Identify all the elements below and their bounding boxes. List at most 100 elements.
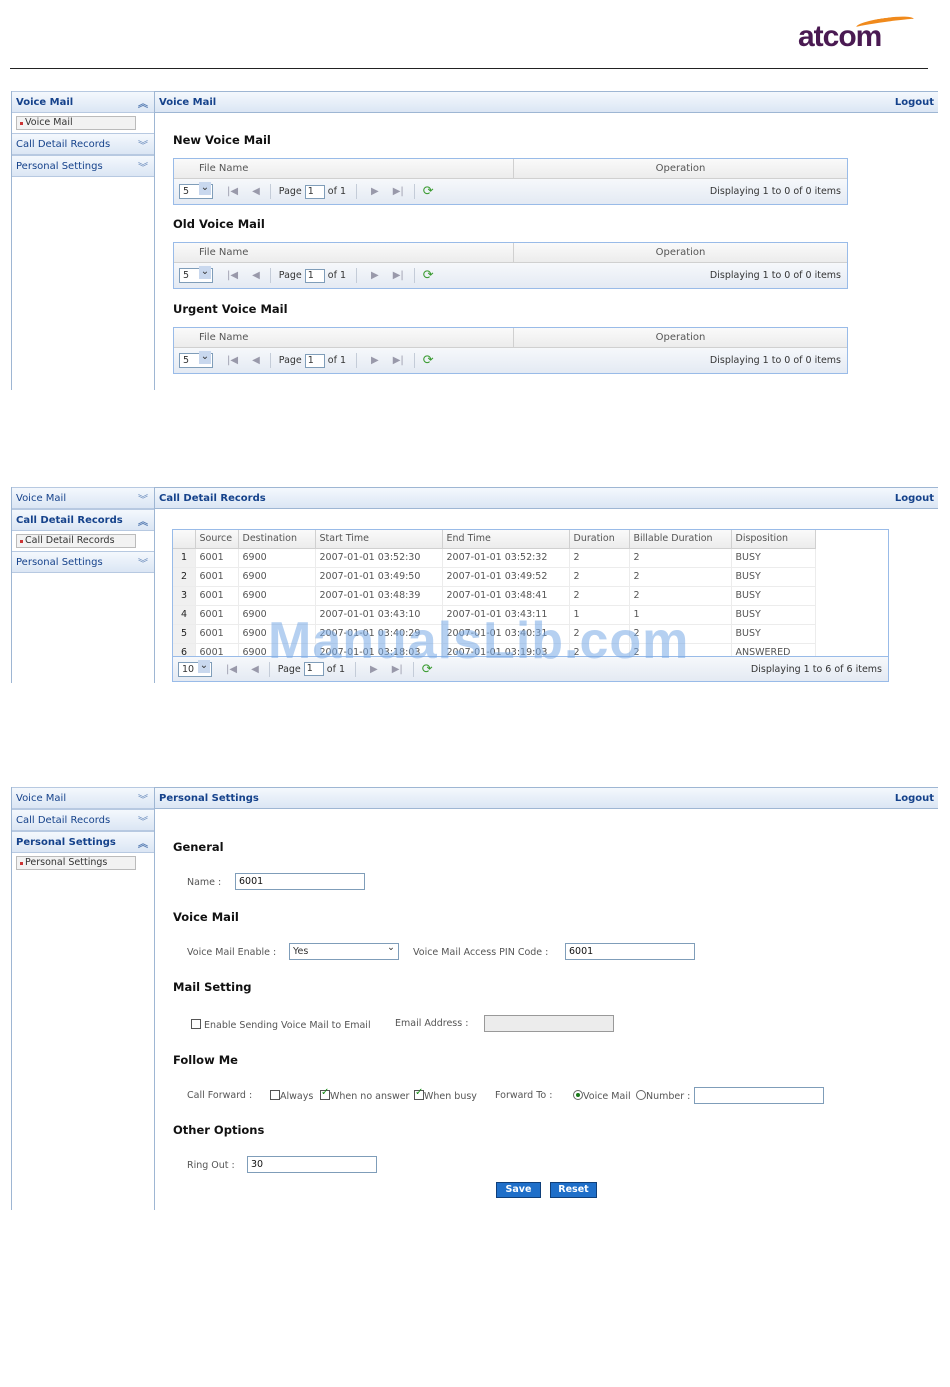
col-source[interactable]: Source xyxy=(195,530,239,549)
first-page-icon[interactable]: |◀ xyxy=(227,355,238,366)
number-radio-option[interactable]: Number : xyxy=(636,1090,690,1102)
email-input[interactable] xyxy=(484,1015,614,1032)
refresh-icon[interactable]: ⟳ xyxy=(423,268,434,283)
voice-mail-radio[interactable] xyxy=(573,1090,583,1100)
nav-cdr[interactable]: Call Detail Records ︾ xyxy=(12,133,154,155)
nav-sub-voice-mail[interactable]: Voice Mail xyxy=(16,116,136,130)
prev-page-icon[interactable]: ◀ xyxy=(251,664,259,675)
logout-link[interactable]: Logout xyxy=(895,97,934,108)
always-checkbox[interactable] xyxy=(270,1090,280,1100)
last-page-icon[interactable]: ▶| xyxy=(393,355,404,366)
logout-link[interactable]: Logout xyxy=(895,493,934,504)
nav-cdr[interactable]: Call Detail Records ︽ xyxy=(12,509,154,531)
page-size-select[interactable]: 5 xyxy=(179,266,213,283)
enable-email-checkbox[interactable] xyxy=(191,1019,201,1029)
first-page-icon[interactable]: |◀ xyxy=(226,664,237,675)
col-row-number xyxy=(173,530,196,549)
chevron-down-icon[interactable]: ︾ xyxy=(138,137,148,152)
refresh-icon[interactable]: ⟳ xyxy=(423,353,434,368)
last-page-icon[interactable]: ▶| xyxy=(393,186,404,197)
vm-enable-label: Voice Mail Enable : xyxy=(187,947,277,958)
number-radio[interactable] xyxy=(636,1090,646,1100)
busy-checkbox[interactable] xyxy=(414,1087,424,1100)
number-radio-label: Number : xyxy=(646,1091,691,1102)
table-row[interactable]: 3 6001 6900 2007-01-01 03:48:39 2007-01-01 0… xyxy=(173,586,816,606)
nav-personal-settings[interactable]: Personal Settings ︽ xyxy=(12,831,154,853)
chevron-down-icon[interactable]: ︾ xyxy=(138,555,148,570)
page-size-select[interactable]: 10 xyxy=(178,659,212,677)
divider xyxy=(413,353,415,368)
nav-sub-personal-settings[interactable]: Personal Settings xyxy=(16,856,136,870)
page-size-select[interactable]: 5 xyxy=(179,351,213,368)
number-input[interactable] xyxy=(694,1087,824,1104)
no-answer-checkbox[interactable] xyxy=(320,1087,330,1100)
chevron-down-icon[interactable]: ︾ xyxy=(138,813,148,828)
page-input[interactable]: 1 xyxy=(304,353,325,368)
chevron-up-icon[interactable]: ︽ xyxy=(138,95,148,110)
chevron-down-icon[interactable]: ︾ xyxy=(138,159,148,174)
reset-button[interactable]: Reset xyxy=(550,1182,597,1198)
prev-page-icon[interactable]: ◀ xyxy=(252,270,260,281)
divider xyxy=(269,353,271,368)
no-answer-option[interactable]: When no answer xyxy=(320,1087,409,1102)
col-operation[interactable]: Operation xyxy=(514,159,847,178)
nav-voice-mail[interactable]: Voice Mail ︾ xyxy=(12,787,154,809)
nav-voice-mail[interactable]: Voice Mail ︽ xyxy=(12,91,154,113)
disposition-cell: BUSY xyxy=(731,586,816,606)
col-start-time[interactable]: Start Time xyxy=(315,530,443,549)
next-page-icon[interactable]: ▶ xyxy=(371,355,379,366)
chevron-up-icon[interactable]: ︽ xyxy=(138,835,148,850)
col-destination[interactable]: Destination xyxy=(238,530,316,549)
nav-personal-settings[interactable]: Personal Settings ︾ xyxy=(12,155,154,177)
first-page-icon[interactable]: |◀ xyxy=(227,270,238,281)
ring-out-input[interactable]: 30 xyxy=(247,1156,377,1173)
col-end-time[interactable]: End Time xyxy=(442,530,570,549)
page-label: Page xyxy=(278,186,302,197)
page-label: Page xyxy=(278,355,302,366)
next-page-icon[interactable]: ▶ xyxy=(371,186,379,197)
col-operation[interactable]: Operation xyxy=(514,328,847,347)
vm-pin-label: Voice Mail Access PIN Code : xyxy=(413,947,549,958)
col-billable-duration[interactable]: Billable Duration xyxy=(629,530,732,549)
vm-enable-select[interactable]: Yes xyxy=(289,942,399,960)
page-input[interactable]: 1 xyxy=(304,268,325,283)
col-file-name[interactable]: File Name xyxy=(174,159,514,178)
refresh-icon[interactable]: ⟳ xyxy=(423,184,434,199)
vm-pin-input[interactable]: 6001 xyxy=(565,943,695,960)
prev-page-icon[interactable]: ◀ xyxy=(252,186,260,197)
voice-mail-radio-option[interactable]: Voice Mail xyxy=(573,1090,631,1102)
first-page-icon[interactable]: |◀ xyxy=(227,186,238,197)
chevron-down-icon[interactable]: ︾ xyxy=(138,491,148,506)
chevron-down-icon[interactable]: ︾ xyxy=(138,791,148,806)
page-size-select[interactable]: 5 xyxy=(179,182,213,199)
destination-cell: 6900 xyxy=(238,586,316,606)
name-input[interactable]: 6001 xyxy=(235,873,365,890)
content-title: Voice Mail xyxy=(159,96,217,108)
col-file-name[interactable]: File Name xyxy=(174,328,514,347)
col-operation[interactable]: Operation xyxy=(514,243,847,262)
source-cell: 6001 xyxy=(195,624,239,644)
forward-to-label: Forward To : xyxy=(495,1090,553,1101)
last-page-icon[interactable]: ▶| xyxy=(393,270,404,281)
enable-email-option[interactable]: Enable Sending Voice Mail to Email xyxy=(191,1019,371,1031)
chevron-up-icon[interactable]: ︽ xyxy=(138,513,148,528)
nav-personal-settings[interactable]: Personal Settings ︾ xyxy=(12,551,154,573)
page-total: of 1 xyxy=(327,270,346,281)
busy-option[interactable]: When busy xyxy=(414,1087,477,1102)
table-row[interactable]: 2 6001 6900 2007-01-01 03:49:50 2007-01-01 0… xyxy=(173,567,816,587)
end-time-cell: 2007-01-01 03:48:41 xyxy=(442,586,570,606)
always-option[interactable]: Always xyxy=(270,1090,313,1102)
col-duration[interactable]: Duration xyxy=(569,530,630,549)
table-row[interactable]: 1 6001 6900 2007-01-01 03:52:30 2007-01-01 0… xyxy=(173,548,816,568)
save-button[interactable]: Save xyxy=(496,1182,541,1198)
nav-cdr[interactable]: Call Detail Records ︾ xyxy=(12,809,154,831)
col-file-name[interactable]: File Name xyxy=(174,243,514,262)
next-page-icon[interactable]: ▶ xyxy=(371,270,379,281)
col-disposition[interactable]: Disposition xyxy=(731,530,816,549)
page-input[interactable]: 1 xyxy=(304,184,325,199)
nav-sub-cdr[interactable]: Call Detail Records xyxy=(16,534,136,548)
logout-link[interactable]: Logout xyxy=(895,793,934,804)
divider xyxy=(413,184,415,199)
nav-voice-mail[interactable]: Voice Mail ︾ xyxy=(12,487,154,509)
prev-page-icon[interactable]: ◀ xyxy=(252,355,260,366)
